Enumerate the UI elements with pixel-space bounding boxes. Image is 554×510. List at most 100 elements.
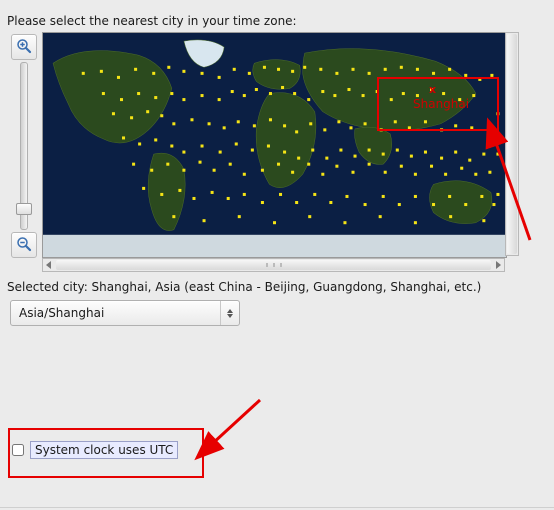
city-dot[interactable] xyxy=(295,130,298,133)
utc-checkbox-label[interactable]: System clock uses UTC xyxy=(30,441,178,459)
city-dot[interactable] xyxy=(277,68,280,71)
city-dot[interactable] xyxy=(150,169,153,172)
city-dot[interactable] xyxy=(172,122,175,125)
city-dot[interactable] xyxy=(138,142,141,145)
city-dot[interactable] xyxy=(201,72,204,75)
city-dot[interactable] xyxy=(227,197,230,200)
city-dot[interactable] xyxy=(233,68,236,71)
city-dot[interactable] xyxy=(223,126,226,129)
city-dot[interactable] xyxy=(323,128,326,131)
city-dot[interactable] xyxy=(307,163,310,166)
combobox-stepper-icon[interactable] xyxy=(220,301,239,325)
city-dot[interactable] xyxy=(167,66,170,69)
city-dot[interactable] xyxy=(172,215,175,218)
map-vertical-scrollbar-thumb[interactable] xyxy=(507,34,517,254)
city-dot[interactable] xyxy=(345,195,348,198)
city-dot[interactable] xyxy=(291,70,294,73)
city-dot[interactable] xyxy=(269,92,272,95)
city-dot[interactable] xyxy=(122,136,125,139)
city-dot[interactable] xyxy=(362,94,365,97)
city-dot[interactable] xyxy=(102,92,105,95)
city-dot[interactable] xyxy=(432,72,435,75)
city-dot[interactable] xyxy=(492,203,495,206)
city-dot[interactable] xyxy=(351,68,354,71)
city-dot[interactable] xyxy=(325,157,328,160)
map-vertical-scrollbar[interactable] xyxy=(505,32,519,256)
city-dot[interactable] xyxy=(368,72,371,75)
city-dot[interactable] xyxy=(416,68,419,71)
city-dot[interactable] xyxy=(190,118,193,121)
city-dot[interactable] xyxy=(269,118,272,121)
city-dot[interactable] xyxy=(154,96,157,99)
city-dot[interactable] xyxy=(160,193,163,196)
city-dot[interactable] xyxy=(142,187,145,190)
city-dot[interactable] xyxy=(182,169,185,172)
city-dot[interactable] xyxy=(414,221,417,224)
city-dot[interactable] xyxy=(464,203,467,206)
city-dot[interactable] xyxy=(120,98,123,101)
city-dot[interactable] xyxy=(474,173,477,176)
city-dot[interactable] xyxy=(307,98,310,101)
zoom-out-button[interactable] xyxy=(11,232,37,258)
city-dot[interactable] xyxy=(335,72,338,75)
city-dot[interactable] xyxy=(295,201,298,204)
city-dot[interactable] xyxy=(243,94,246,97)
city-dot[interactable] xyxy=(444,173,447,176)
city-dot[interactable] xyxy=(134,68,137,71)
city-dot[interactable] xyxy=(267,144,270,147)
city-dot[interactable] xyxy=(448,68,451,71)
city-dot[interactable] xyxy=(354,155,357,158)
city-dot[interactable] xyxy=(349,126,352,129)
city-dot[interactable] xyxy=(321,173,324,176)
city-dot[interactable] xyxy=(432,203,435,206)
city-dot[interactable] xyxy=(283,124,286,127)
utc-checkbox[interactable] xyxy=(12,444,24,456)
zoom-slider[interactable] xyxy=(20,62,28,230)
city-dot[interactable] xyxy=(293,92,296,95)
city-dot[interactable] xyxy=(117,76,120,79)
city-dot[interactable] xyxy=(364,122,367,125)
city-dot[interactable] xyxy=(460,167,463,170)
city-dot[interactable] xyxy=(449,215,452,218)
city-dot[interactable] xyxy=(263,66,266,69)
city-dot[interactable] xyxy=(279,193,282,196)
city-dot[interactable] xyxy=(130,116,133,119)
city-dot[interactable] xyxy=(368,149,371,152)
city-dot[interactable] xyxy=(152,72,155,75)
city-dot[interactable] xyxy=(482,153,485,156)
city-dot[interactable] xyxy=(255,88,258,91)
city-dot[interactable] xyxy=(229,163,232,166)
city-dot[interactable] xyxy=(480,195,483,198)
city-dot[interactable] xyxy=(368,163,371,166)
scroll-left-icon[interactable] xyxy=(43,259,55,271)
zoom-slider-thumb[interactable] xyxy=(16,203,32,215)
city-dot[interactable] xyxy=(100,70,103,73)
city-dot[interactable] xyxy=(313,193,316,196)
city-dot[interactable] xyxy=(335,165,338,168)
city-dot[interactable] xyxy=(182,98,185,101)
city-dot[interactable] xyxy=(297,157,300,160)
city-dot[interactable] xyxy=(351,171,354,174)
city-dot[interactable] xyxy=(414,195,417,198)
city-dot[interactable] xyxy=(379,215,382,218)
city-dot[interactable] xyxy=(309,122,312,125)
city-dot[interactable] xyxy=(311,149,314,152)
city-dot[interactable] xyxy=(219,151,222,154)
city-dot[interactable] xyxy=(454,151,457,154)
city-dot[interactable] xyxy=(488,171,491,174)
city-dot[interactable] xyxy=(384,68,387,71)
city-dot[interactable] xyxy=(496,193,499,196)
city-dot[interactable] xyxy=(231,90,234,93)
city-dot[interactable] xyxy=(468,159,471,162)
zoom-in-button[interactable] xyxy=(11,34,37,60)
city-dot[interactable] xyxy=(384,171,387,174)
city-dot[interactable] xyxy=(283,151,286,154)
city-dot[interactable] xyxy=(400,165,403,168)
city-dot[interactable] xyxy=(410,155,413,158)
city-dot[interactable] xyxy=(261,201,264,204)
city-dot[interactable] xyxy=(398,203,401,206)
city-dot[interactable] xyxy=(166,163,169,166)
city-dot[interactable] xyxy=(440,157,443,160)
city-dot[interactable] xyxy=(339,149,342,152)
city-dot[interactable] xyxy=(201,144,204,147)
